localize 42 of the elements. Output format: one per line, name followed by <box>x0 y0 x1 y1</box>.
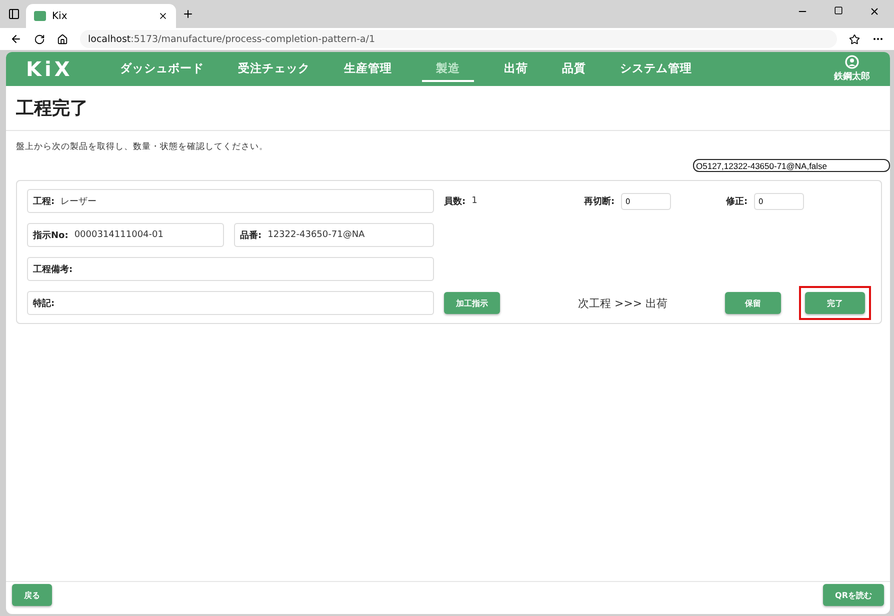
user-name: 鉄鋼太郎 <box>834 70 870 83</box>
recut-input[interactable]: 0 <box>620 192 671 210</box>
remarks-field: 工程備考: <box>27 257 434 281</box>
notes-field: 特記: <box>27 291 434 315</box>
address-field[interactable]: localhost:5173/manufacture/process-completion-pattern-a/1 <box>80 30 837 48</box>
instruction-text: 盤上から次の製品を取得し、数量・状態を確認してください。 <box>15 141 269 154</box>
hold-button[interactable]: 保留 <box>725 292 781 314</box>
page-title: 工程完了 <box>6 86 890 131</box>
complete-button[interactable]: 完了 <box>805 292 865 314</box>
sidebar-icon[interactable] <box>8 8 20 20</box>
close-icon[interactable] <box>158 11 168 21</box>
fix-label: 修正: <box>726 196 748 208</box>
qr-input-field[interactable]: O5127,12322-43650-71@NA,false <box>693 159 890 172</box>
next-process-text: 次工程 >>> 出荷 <box>578 296 668 310</box>
nav-tab[interactable]: 品質 <box>558 56 590 82</box>
favicon-icon <box>34 11 46 21</box>
maximize-icon[interactable] <box>834 6 843 14</box>
plus-icon[interactable] <box>182 8 194 20</box>
nav-tab[interactable]: 生産管理 <box>340 56 396 82</box>
browser-tab[interactable]: Kix <box>26 4 176 28</box>
nav-tab[interactable]: 出荷 <box>500 56 532 82</box>
staff-label: 員数: <box>444 196 466 208</box>
process-field: 工程: レーザー <box>27 189 434 213</box>
read-qr-button[interactable]: QRを読む <box>823 584 884 606</box>
order-no-field: 指示No: 0000314111004-01 <box>27 223 224 247</box>
user-icon[interactable] <box>845 55 859 69</box>
nav-tab[interactable]: 製造 <box>422 56 474 82</box>
back-button[interactable]: 戻る <box>12 584 52 606</box>
nav-tab[interactable]: 受注チェック <box>234 56 314 82</box>
staff-value: 1 <box>472 196 478 206</box>
logo: KiX <box>26 57 74 81</box>
home-icon[interactable] <box>57 34 68 44</box>
reload-icon[interactable] <box>34 34 45 44</box>
nav-tab[interactable]: ダッシュボード <box>116 56 208 82</box>
fix-input[interactable]: 0 <box>754 192 804 210</box>
back-icon[interactable] <box>10 33 22 45</box>
nav-tab[interactable]: システム管理 <box>616 56 696 82</box>
star-icon[interactable] <box>849 34 860 44</box>
part-no-field: 品番: 12322-43650-71@NA <box>234 223 434 247</box>
instruction-button[interactable]: 加工指示 <box>444 292 500 314</box>
close-icon[interactable] <box>869 6 880 16</box>
recut-label: 再切断: <box>584 195 615 208</box>
